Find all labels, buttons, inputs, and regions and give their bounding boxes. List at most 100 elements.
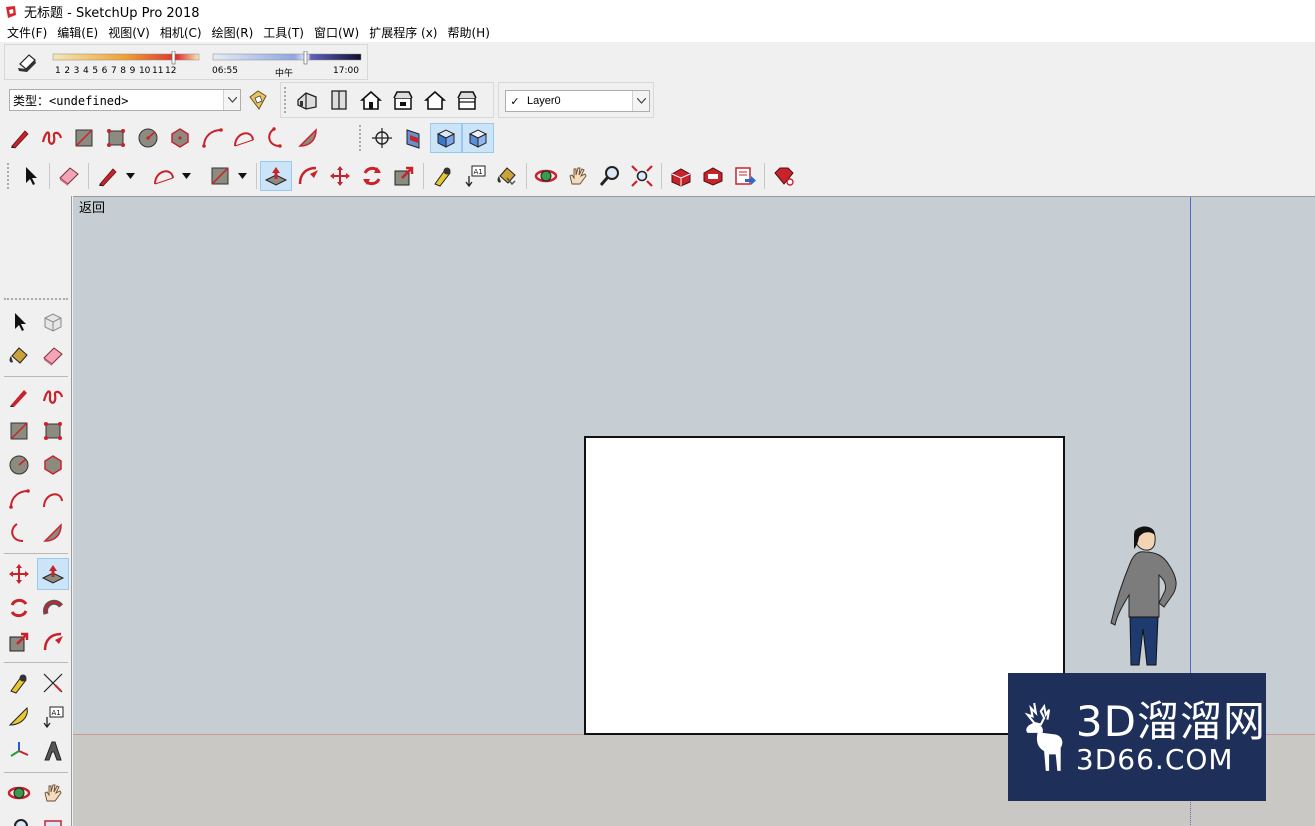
- select-tool-button[interactable]: [3, 306, 35, 338]
- orbit-tool-button[interactable]: [3, 777, 35, 809]
- tape-measure-tool-button[interactable]: [3, 667, 35, 699]
- rectangle-tool-button[interactable]: [3, 415, 35, 447]
- axes-tool-button[interactable]: [3, 735, 35, 767]
- top-view-button[interactable]: [323, 85, 355, 115]
- shaded-style-button[interactable]: [430, 123, 462, 153]
- arc-tool-button[interactable]: [3, 483, 35, 515]
- follow-me-tool-button[interactable]: [292, 161, 324, 191]
- textured-style-button[interactable]: [462, 123, 494, 153]
- shape-dropdown-button[interactable]: [236, 161, 248, 191]
- component-options-button[interactable]: [242, 85, 274, 115]
- three-point-arc-tool-button[interactable]: [260, 123, 292, 153]
- front-view-button[interactable]: [355, 85, 387, 115]
- menu-extensions[interactable]: 扩展程序 (x): [364, 24, 442, 41]
- left-view-button[interactable]: [451, 85, 483, 115]
- position-camera-button[interactable]: [366, 123, 398, 153]
- zoom-window-button[interactable]: [37, 813, 69, 826]
- rotate-tool-button[interactable]: [3, 592, 35, 624]
- freehand-tool-button[interactable]: [36, 123, 68, 153]
- menu-view[interactable]: 视图(V): [103, 24, 155, 41]
- month-slider[interactable]: [51, 51, 201, 65]
- circle-tool-button[interactable]: [132, 123, 164, 153]
- protractor-tool-button[interactable]: [3, 701, 35, 733]
- walk-section-button[interactable]: [398, 123, 430, 153]
- iso-view-button[interactable]: [291, 85, 323, 115]
- scale-tool-button[interactable]: [388, 161, 420, 191]
- menu-tools[interactable]: 工具(T): [258, 24, 309, 41]
- model-viewport[interactable]: 返回 3D溜溜网 3D66.COM: [73, 196, 1315, 826]
- paint-bucket-tool-button[interactable]: [491, 161, 523, 191]
- pie-tool-button[interactable]: [37, 517, 69, 549]
- line-tool-button[interactable]: [3, 381, 35, 413]
- pan-tool-button[interactable]: [562, 161, 594, 191]
- orbit-tool-button[interactable]: [530, 161, 562, 191]
- month-tick: 9: [129, 66, 136, 76]
- two-point-arc-tool-button[interactable]: [228, 123, 260, 153]
- push-pull-tool-button[interactable]: [37, 558, 69, 590]
- circle-tool-button[interactable]: [3, 449, 35, 481]
- menu-file[interactable]: 文件(F): [2, 24, 52, 41]
- shaded-box-icon: [436, 129, 456, 148]
- line-tool-button[interactable]: [4, 123, 36, 153]
- two-point-arc-tool-button[interactable]: [37, 483, 69, 515]
- offset-tool-button[interactable]: [37, 626, 69, 658]
- type-combo[interactable]: 类型：<undefined>: [9, 89, 241, 111]
- model-rectangle-face[interactable]: [584, 436, 1065, 735]
- menu-window[interactable]: 窗口(W): [309, 24, 364, 41]
- eraser-icon: [43, 347, 63, 366]
- arc-tool-button[interactable]: [148, 161, 180, 191]
- 3d-text-tool-button[interactable]: [37, 735, 69, 767]
- menu-camera[interactable]: 相机(C): [155, 24, 207, 41]
- 3d-warehouse-button[interactable]: [665, 161, 697, 191]
- menu-edit[interactable]: 编辑(E): [52, 24, 103, 41]
- shadows-toggle-button[interactable]: [11, 47, 43, 77]
- layer-combo[interactable]: ✓ Layer0: [505, 90, 650, 112]
- share-model-button[interactable]: [729, 161, 761, 191]
- scale-figure-person[interactable]: [1109, 525, 1189, 680]
- rectangle-tool-button[interactable]: [68, 123, 100, 153]
- ruby-gem-icon: [774, 167, 794, 186]
- three-point-arc-tool-button[interactable]: [3, 517, 35, 549]
- menu-help[interactable]: 帮助(H): [442, 24, 494, 41]
- right-view-button[interactable]: [387, 85, 419, 115]
- extension-warehouse-button[interactable]: [697, 161, 729, 191]
- pie-tool-button[interactable]: [292, 123, 324, 153]
- pan-tool-button[interactable]: [37, 777, 69, 809]
- rotated-rectangle-tool-button[interactable]: [100, 123, 132, 153]
- freehand-tool-button[interactable]: [37, 381, 69, 413]
- text-tool-button[interactable]: A1: [459, 161, 491, 191]
- follow-me-tool-button[interactable]: [37, 592, 69, 624]
- eraser-tool-button[interactable]: [53, 161, 85, 191]
- move-tool-button[interactable]: [324, 161, 356, 191]
- scale-tool-button[interactable]: [3, 626, 35, 658]
- polygon-tool-button[interactable]: [164, 123, 196, 153]
- dimension-tool-button[interactable]: [37, 667, 69, 699]
- select-tool-button[interactable]: [14, 161, 46, 191]
- rotate-tool-button[interactable]: [356, 161, 388, 191]
- extension-manager-button[interactable]: [768, 161, 800, 191]
- arc-tool-button[interactable]: [196, 123, 228, 153]
- back-view-button[interactable]: [419, 85, 451, 115]
- paint-bucket-tool-button[interactable]: [3, 340, 35, 372]
- eraser-tool-button[interactable]: [37, 340, 69, 372]
- drawing-toolbar: [4, 120, 354, 156]
- shape-tool-button[interactable]: [204, 161, 236, 191]
- zoom-extents-button[interactable]: [626, 161, 658, 191]
- zoom-tool-button[interactable]: [3, 813, 35, 826]
- month-tick: 11: [152, 66, 164, 76]
- line-tool-button[interactable]: [92, 161, 124, 191]
- line-dropdown-button[interactable]: [124, 161, 136, 191]
- zoom-tool-button[interactable]: [594, 161, 626, 191]
- 3d-text-icon: [44, 741, 62, 761]
- move-tool-button[interactable]: [3, 558, 35, 590]
- rotated-rectangle-tool-button[interactable]: [37, 415, 69, 447]
- time-slider[interactable]: [211, 51, 363, 65]
- push-pull-tool-button[interactable]: [260, 161, 292, 191]
- polygon-tool-button[interactable]: [37, 449, 69, 481]
- arc-dropdown-button[interactable]: [180, 161, 192, 191]
- make-component-button[interactable]: [37, 306, 69, 338]
- tape-measure-tool-button[interactable]: [427, 161, 459, 191]
- freehand-icon: [42, 390, 64, 404]
- menu-draw[interactable]: 绘图(R): [207, 24, 259, 41]
- text-tool-button[interactable]: A1: [37, 701, 69, 733]
